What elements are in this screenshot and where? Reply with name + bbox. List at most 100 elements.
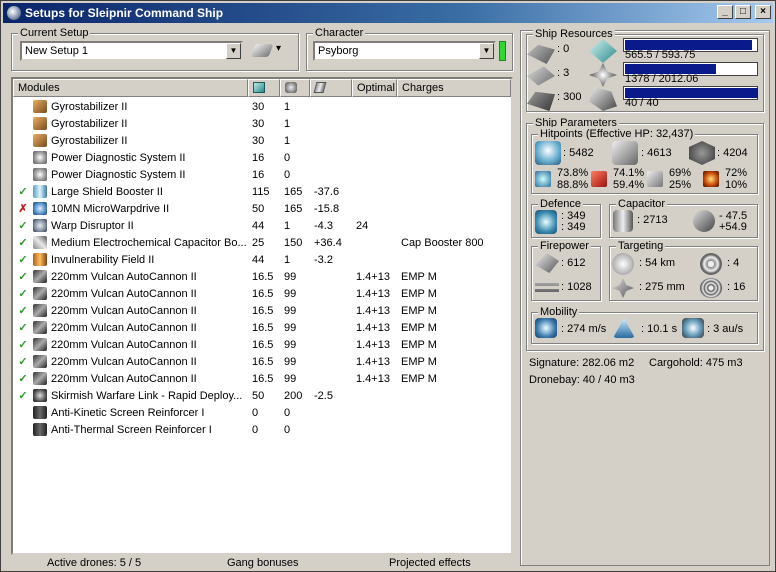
- gang-bonuses-label[interactable]: Gang bonuses: [227, 557, 299, 569]
- module-optimal: 1.4+13: [356, 338, 390, 351]
- minimize-button[interactable]: _: [717, 5, 733, 19]
- current-setup-value: New Setup 1: [25, 45, 88, 57]
- module-powergrid: 16.5: [252, 355, 274, 368]
- module-row[interactable]: ✓ Medium Electrochemical Capacitor Bo... 2…: [13, 234, 511, 251]
- explosive-resist-icon: [703, 171, 719, 187]
- module-state-icon[interactable]: ✓: [13, 321, 33, 334]
- module-capacitor: -15.8: [314, 202, 340, 215]
- module-row[interactable]: ✓ Warp Disruptor II 44 1 -4.3 24: [13, 217, 511, 234]
- module-state-icon[interactable]: ✓: [13, 372, 33, 385]
- module-state-icon[interactable]: ✓: [13, 270, 33, 283]
- module-name: 10MN MicroWarpdrive II: [51, 202, 170, 215]
- module-charges: EMP M: [401, 270, 437, 283]
- module-state-icon[interactable]: ✓: [13, 236, 33, 249]
- module-name: Power Diagnostic System II: [51, 168, 186, 181]
- microwarpdrive-icon: [33, 202, 47, 215]
- active-drones-label[interactable]: Active drones: 5 / 5: [47, 557, 141, 569]
- explosive-resist-shield: 72%: [725, 167, 748, 179]
- module-powergrid: 44: [252, 253, 265, 266]
- title-bar[interactable]: Setups for Sleipnir Command Ship _ □ ×: [3, 3, 773, 23]
- warp-speed-value: : 3 au/s: [707, 323, 744, 335]
- module-row[interactable]: Anti-Kinetic Screen Reinforcer I 0 0: [13, 404, 511, 421]
- module-row[interactable]: ✓ Large Shield Booster II 115 165 -37.6: [13, 183, 511, 200]
- chevron-down-icon[interactable]: ▼: [479, 43, 494, 59]
- module-cpu: 1: [284, 134, 291, 147]
- module-cpu: 165: [284, 202, 303, 215]
- calibration-value: : 300: [557, 91, 582, 103]
- module-cpu: 1: [284, 253, 291, 266]
- module-row[interactable]: ✓ 220mm Vulcan AutoCannon II 16.5 99 1.4+13 E…: [13, 370, 511, 387]
- shield-booster-icon: [33, 185, 47, 198]
- module-capacitor: +36.4: [314, 236, 342, 249]
- powergrid-icon: [253, 82, 265, 93]
- module-state-icon[interactable]: ✓: [13, 219, 33, 232]
- module-cpu: 99: [284, 355, 297, 368]
- modules-list[interactable]: Modules Optimal Charges Gyrostabilizer I…: [11, 77, 513, 555]
- module-row[interactable]: ✓ 220mm Vulcan AutoCannon II 16.5 99 1.4+13 E…: [13, 319, 511, 336]
- module-charges: EMP M: [401, 355, 437, 368]
- module-row[interactable]: ✓ 220mm Vulcan AutoCannon II 16.5 99 1.4+13 E…: [13, 336, 511, 353]
- module-powergrid: 16.5: [252, 338, 274, 351]
- autocannon-icon: [33, 270, 47, 283]
- turret-dps-value: : 612: [561, 257, 586, 269]
- maximize-button[interactable]: □: [735, 5, 751, 19]
- defence-label: Defence: [538, 197, 583, 211]
- column-powergrid[interactable]: [248, 79, 280, 97]
- close-button[interactable]: ×: [755, 5, 771, 19]
- character-select[interactable]: Psyborg ▼: [313, 41, 496, 61]
- current-setup-select[interactable]: New Setup 1 ▼: [20, 41, 243, 61]
- module-state-icon[interactable]: ✓: [13, 389, 33, 402]
- module-capacitor: -4.3: [314, 219, 333, 232]
- module-row[interactable]: Gyrostabilizer II 30 1: [13, 115, 511, 132]
- module-row[interactable]: Anti-Thermal Screen Reinforcer I 0 0: [13, 421, 511, 438]
- module-powergrid: 0: [252, 423, 259, 436]
- module-cpu: 0: [284, 423, 291, 436]
- column-optimal[interactable]: Optimal: [352, 79, 397, 97]
- module-name: 220mm Vulcan AutoCannon II: [51, 355, 197, 368]
- module-state-icon[interactable]: ✗: [13, 202, 33, 215]
- module-row[interactable]: Gyrostabilizer II 30 1: [13, 132, 511, 149]
- module-row[interactable]: ✓ Invulnerability Field II 44 1 -3.2: [13, 251, 511, 268]
- module-state-icon[interactable]: ✓: [13, 304, 33, 317]
- setup-tools-button[interactable]: ▾: [250, 42, 287, 60]
- scan-resolution-value: : 275 mm: [639, 281, 685, 293]
- module-optimal: 1.4+13: [356, 372, 390, 385]
- screen-reinforcer-icon: [33, 423, 47, 436]
- module-state-icon[interactable]: ✓: [13, 338, 33, 351]
- module-state-icon[interactable]: ✓: [13, 185, 33, 198]
- module-state-icon[interactable]: ✓: [13, 287, 33, 300]
- column-charges[interactable]: Charges: [397, 79, 511, 97]
- thermal-resist-armor: 59.4%: [613, 179, 645, 191]
- explosive-resist-armor: 10%: [725, 179, 748, 191]
- projected-effects-label[interactable]: Projected effects: [389, 557, 471, 569]
- module-row[interactable]: ✓ 220mm Vulcan AutoCannon II 16.5 99 1.4+13 E…: [13, 353, 511, 370]
- module-row[interactable]: Gyrostabilizer II 30 1: [13, 98, 511, 115]
- gyrostabilizer-icon: [33, 134, 47, 147]
- module-charges: EMP M: [401, 372, 437, 385]
- module-charges: EMP M: [401, 304, 437, 317]
- character-label: Character: [313, 26, 366, 40]
- module-row[interactable]: ✓ 220mm Vulcan AutoCannon II 16.5 99 1.4+13 E…: [13, 302, 511, 319]
- module-optimal: 1.4+13: [356, 304, 390, 317]
- ship-resources-label: Ship Resources: [533, 27, 615, 41]
- module-cpu: 99: [284, 270, 297, 283]
- warp-speed-icon: [682, 318, 704, 338]
- module-cpu: 0: [284, 406, 291, 419]
- module-state-icon[interactable]: ✓: [13, 253, 33, 266]
- module-row[interactable]: Power Diagnostic System II 16 0: [13, 149, 511, 166]
- signature-value: Signature: 282.06 m2: [529, 357, 635, 369]
- module-row[interactable]: Power Diagnostic System II 16 0: [13, 166, 511, 183]
- autocannon-icon: [33, 321, 47, 334]
- armor-icon: [612, 141, 638, 165]
- column-capacitor[interactable]: [310, 79, 352, 97]
- module-row[interactable]: ✓ 220mm Vulcan AutoCannon II 16.5 99 1.4+13 E…: [13, 268, 511, 285]
- dronebay-value: Dronebay: 40 / 40 m3: [529, 374, 635, 386]
- module-row[interactable]: ✓ 220mm Vulcan AutoCannon II 16.5 99 1.4+13 E…: [13, 285, 511, 302]
- chevron-down-icon[interactable]: ▼: [226, 43, 241, 59]
- column-cpu[interactable]: [280, 79, 310, 97]
- module-state-icon[interactable]: ✓: [13, 355, 33, 368]
- module-row[interactable]: ✗ 10MN MicroWarpdrive II 50 165 -15.8: [13, 200, 511, 217]
- column-modules[interactable]: Modules: [13, 79, 248, 97]
- module-row[interactable]: ✓ Skirmish Warfare Link - Rapid Deploy...…: [13, 387, 511, 404]
- module-name: Large Shield Booster II: [51, 185, 163, 198]
